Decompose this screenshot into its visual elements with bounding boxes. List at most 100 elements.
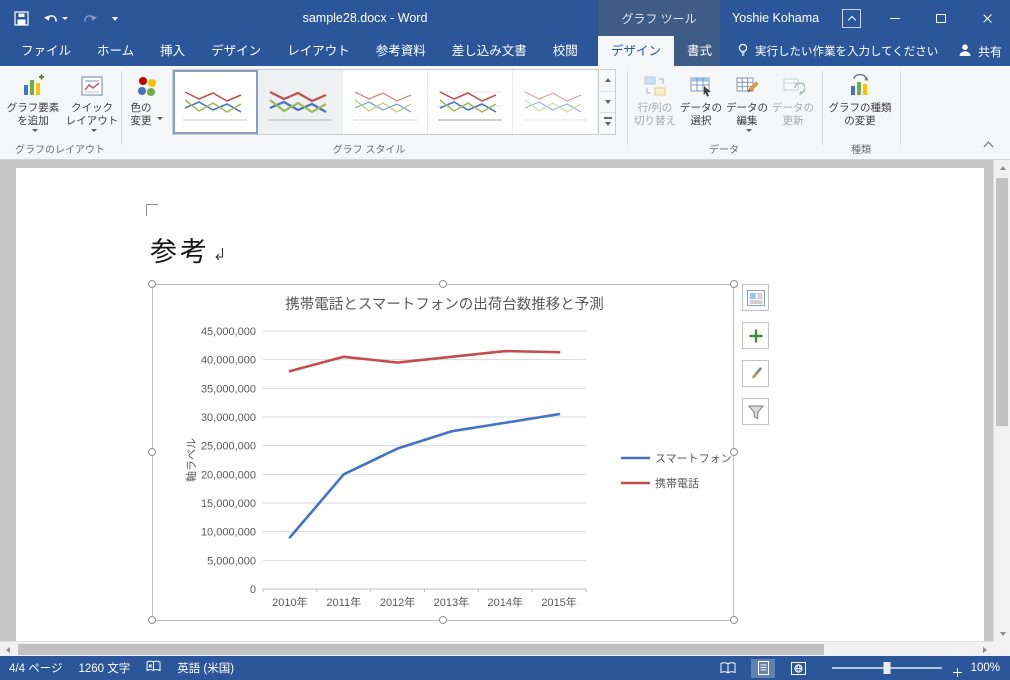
document-chart[interactable]: 0 5,000,000 10,000,000 15,000,000 20,000,000… xyxy=(153,285,733,620)
change-colors-icon xyxy=(134,73,160,99)
chart-styles-button[interactable] xyxy=(742,360,769,387)
minimize-icon xyxy=(890,17,900,19)
resize-handle-top-center[interactable] xyxy=(439,280,447,288)
tab-insert[interactable]: 挿入 xyxy=(147,36,198,66)
tab-design[interactable]: デザイン xyxy=(198,36,274,66)
status-bar-right: 100% xyxy=(716,658,1010,678)
edit-data-button[interactable]: データの 編集 xyxy=(724,68,770,146)
chart-elements-button[interactable] xyxy=(742,322,769,349)
resize-handle-middle-right[interactable] xyxy=(730,448,738,456)
quick-layout-button[interactable]: クイック レイアウト xyxy=(64,68,120,146)
maximize-button[interactable] xyxy=(918,0,964,36)
legend-label-0: スマートフォン xyxy=(655,453,732,465)
collapse-ribbon-button[interactable] xyxy=(978,137,998,153)
word-count[interactable]: 1260 文字 xyxy=(78,660,130,676)
select-data-button[interactable]: データの 選択 xyxy=(678,68,724,146)
account-user-name[interactable]: Yoshie Kohama xyxy=(732,11,819,25)
chart-style-thumbnail-2[interactable] xyxy=(258,70,343,134)
resize-handle-middle-left[interactable] xyxy=(148,448,156,456)
plus-icon xyxy=(749,329,762,342)
chart-axis-tick-labels: 0 5,000,000 10,000,000 15,000,000 20,000,000… xyxy=(201,326,577,609)
language-indicator[interactable]: 英語 (米国) xyxy=(177,660,234,676)
vertical-scrollbar[interactable] xyxy=(993,160,1010,641)
svg-text:45,000,000: 45,000,000 xyxy=(201,326,256,338)
customize-quick-access-icon[interactable] xyxy=(112,16,118,24)
triangle-down-icon xyxy=(999,631,1006,639)
close-button[interactable] xyxy=(964,0,1010,36)
gallery-more-button[interactable] xyxy=(600,113,615,134)
tab-review[interactable]: 校閲 xyxy=(540,36,591,66)
zoom-slider[interactable] xyxy=(832,662,942,674)
svg-text:30,000,000: 30,000,000 xyxy=(201,412,256,424)
chart-style-thumbnail-5[interactable] xyxy=(513,70,598,134)
read-mode-button[interactable] xyxy=(716,659,740,678)
scroll-right-button[interactable] xyxy=(977,642,993,656)
svg-text:5,000,000: 5,000,000 xyxy=(207,555,256,567)
tab-references[interactable]: 参考資料 xyxy=(363,36,439,66)
resize-handle-bottom-left[interactable] xyxy=(148,616,156,624)
ribbon-display-options-button[interactable] xyxy=(842,9,861,28)
more-styles-icon xyxy=(603,117,612,119)
redo-icon xyxy=(82,12,98,25)
vertical-scrollbar-thumb[interactable] xyxy=(996,178,1008,426)
person-icon xyxy=(958,43,972,60)
scroll-left-button[interactable] xyxy=(0,642,16,656)
undo-icon[interactable] xyxy=(43,12,68,25)
add-chart-element-button[interactable]: グラフ要素 を追加 xyxy=(4,68,62,146)
scroll-down-button[interactable] xyxy=(994,626,1010,641)
horizontal-scrollbar-thumb[interactable] xyxy=(18,644,824,655)
edit-data-label: データの 編集 xyxy=(726,102,768,127)
scrollbar-corner xyxy=(993,641,1010,656)
share-button[interactable]: 共有 xyxy=(958,36,1002,66)
resize-handle-bottom-center[interactable] xyxy=(439,616,447,624)
refresh-data-icon xyxy=(780,73,806,99)
save-icon[interactable] xyxy=(14,10,29,26)
switch-row-column-label: 行/列の 切り替え xyxy=(634,102,676,127)
svg-text:10,000,000: 10,000,000 xyxy=(201,527,256,539)
resize-handle-bottom-right[interactable] xyxy=(730,616,738,624)
resize-handle-top-left[interactable] xyxy=(148,280,156,288)
horizontal-scrollbar[interactable] xyxy=(0,641,993,656)
chevron-up-icon xyxy=(847,15,856,24)
tab-file[interactable]: ファイル xyxy=(8,36,84,66)
tab-chart-format[interactable]: 書式 xyxy=(674,36,725,66)
triangle-down-icon xyxy=(604,121,611,129)
svg-text:2013年: 2013年 xyxy=(434,595,469,609)
chart-object[interactable]: 0 5,000,000 10,000,000 15,000,000 20,000,000… xyxy=(148,280,738,624)
change-colors-button[interactable]: 色の 変更 xyxy=(124,68,170,146)
legend-label-1: 携帯電話 xyxy=(655,477,699,490)
chart-style-thumbnail-1[interactable] xyxy=(173,70,258,134)
proofing-status-icon[interactable] xyxy=(146,660,161,676)
read-mode-icon xyxy=(720,662,736,674)
web-layout-button[interactable] xyxy=(786,659,810,678)
svg-text:2012年: 2012年 xyxy=(380,595,415,609)
chart-filters-button[interactable] xyxy=(742,398,769,425)
lightbulb-icon xyxy=(737,43,749,60)
tab-chart-design[interactable]: デザイン xyxy=(598,36,675,66)
edit-data-icon xyxy=(734,73,760,99)
resize-handle-top-right[interactable] xyxy=(730,280,738,288)
funnel-icon xyxy=(747,405,764,419)
tell-me-box[interactable]: 実行したい作業を入力してください xyxy=(737,36,938,66)
tab-mailings[interactable]: 差し込み文書 xyxy=(439,36,540,66)
chart-style-thumbnail-3[interactable] xyxy=(343,70,428,134)
tell-me-label: 実行したい作業を入力してください xyxy=(755,46,939,58)
switch-row-column-icon xyxy=(642,73,668,99)
zoom-slider-thumb[interactable] xyxy=(883,662,891,674)
tab-home[interactable]: ホーム xyxy=(84,36,147,66)
layout-options-button[interactable] xyxy=(742,284,769,311)
gallery-scroll-down-button[interactable] xyxy=(600,92,615,114)
print-layout-button[interactable] xyxy=(751,658,775,678)
change-chart-type-button[interactable]: グラフの種類 の変更 xyxy=(828,68,892,146)
quick-layout-icon xyxy=(79,73,105,99)
scroll-up-button[interactable] xyxy=(994,160,1010,175)
document-heading[interactable]: 参考 xyxy=(150,230,226,269)
chart-style-thumbnail-4[interactable] xyxy=(428,70,513,134)
svg-text:2010年: 2010年 xyxy=(272,595,307,609)
group-label-type: 種類 xyxy=(851,145,871,156)
minimize-button[interactable] xyxy=(872,0,918,36)
page-indicator[interactable]: 4/4 ページ xyxy=(9,660,62,676)
tab-layout[interactable]: レイアウト xyxy=(274,36,363,66)
gallery-scroll-up-button[interactable] xyxy=(600,70,615,92)
zoom-percentage[interactable]: 100% xyxy=(964,662,1000,674)
